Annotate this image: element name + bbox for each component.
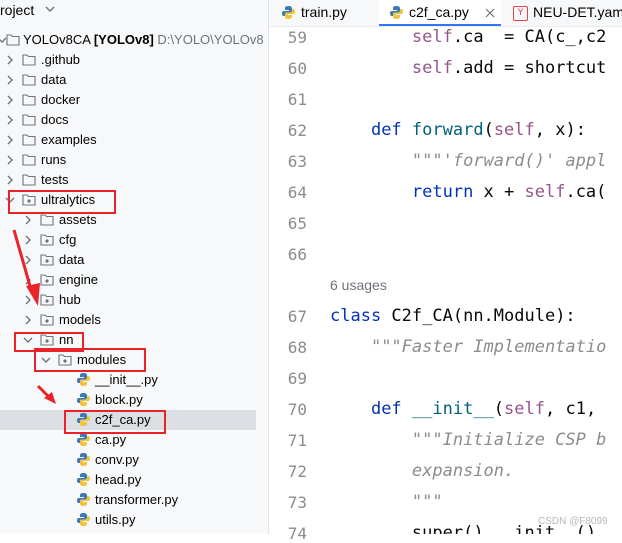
- tab-c2f-ca-py[interactable]: c2f_ca.py: [379, 0, 501, 26]
- tab-train-py[interactable]: train.py: [269, 0, 371, 26]
- line-number: 59: [287, 28, 307, 47]
- line-number: 64: [287, 183, 307, 202]
- code-line: class C2f_CA(nn.Module):: [330, 306, 576, 326]
- code-line: """Faster Implementatio: [370, 337, 607, 357]
- line-number: 63: [287, 152, 307, 171]
- watermark: CSDN @F8099: [538, 516, 608, 527]
- line-number: 71: [287, 431, 307, 450]
- editor-tab-bar: train.py c2f_ca.py Y NEU-DET.yaml: [269, 0, 622, 27]
- tab-label: NEU-DET.yaml: [533, 4, 622, 20]
- code-line: def forward(self, x):: [370, 120, 586, 140]
- line-number-gutter: 59 60 61 62 63 64 65 66 67 68 69 70 71 72 73 74: [269, 27, 321, 543]
- line-number: 68: [287, 338, 307, 357]
- usages-inlay-hint[interactable]: 6 usages: [330, 277, 387, 293]
- code-line: def __init__(self, c1,: [370, 399, 597, 419]
- line-number: 69: [287, 369, 307, 388]
- line-number: 72: [287, 462, 307, 481]
- code-line: """'forward()' appl: [411, 151, 607, 171]
- code-line: expansion.: [411, 461, 515, 481]
- code-line: self.ca = CA(c_,c2: [411, 27, 607, 47]
- code-line: return x + self.ca(: [411, 182, 607, 202]
- arrow-head-icon: [26, 283, 40, 306]
- line-number: 65: [287, 214, 307, 233]
- close-icon[interactable]: [485, 8, 495, 18]
- annotation-arrows: [12, 229, 56, 404]
- line-number: 61: [287, 90, 307, 109]
- code-line: """: [411, 492, 443, 512]
- line-number: 60: [287, 59, 307, 78]
- code-line: """Initialize CSP b: [411, 430, 607, 450]
- python-icon: [282, 6, 295, 19]
- project-panel: roject YOLOv8CA [YOLOv8] D:\YOLO\YOLOv8 …: [0, 0, 268, 534]
- tab-label: c2f_ca.py: [409, 4, 469, 20]
- python-icon: [390, 6, 403, 19]
- line-number: 73: [287, 493, 307, 512]
- line-number: 67: [287, 307, 307, 326]
- tab-label: train.py: [301, 4, 347, 20]
- code-line: self.add = shortcut: [411, 58, 607, 78]
- line-number: 70: [287, 400, 307, 419]
- line-number: 66: [287, 245, 307, 264]
- tab-neu-det-yaml[interactable]: Y NEU-DET.yaml: [505, 0, 622, 26]
- line-number: 62: [287, 121, 307, 140]
- yaml-icon: Y: [513, 6, 528, 21]
- code-editor[interactable]: 6 usages self.ca = CA(c_,c2 self.add = s…: [330, 27, 622, 534]
